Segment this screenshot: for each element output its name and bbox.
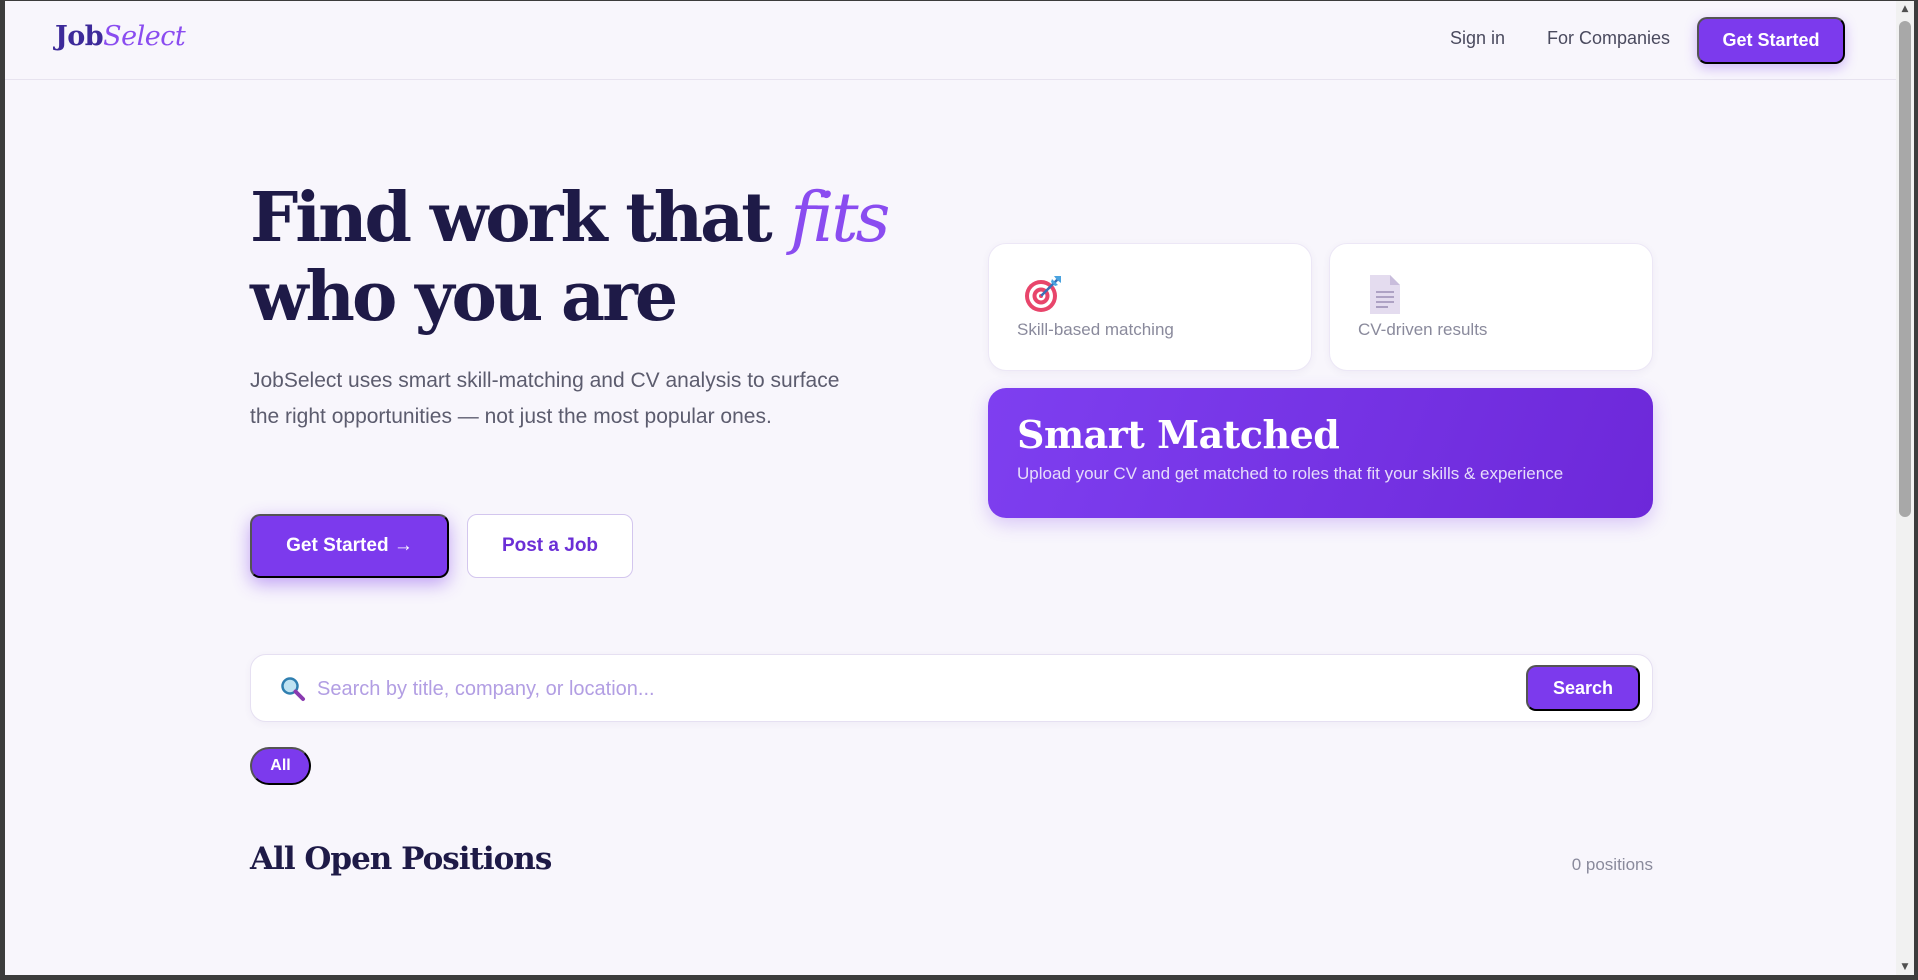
scrollbar-thumb[interactable] — [1899, 21, 1911, 517]
smart-matched-title: Smart Matched — [1017, 412, 1340, 457]
filter-chip-all[interactable]: All — [250, 747, 311, 785]
positions-count: 0 positions — [1571, 855, 1653, 874]
search-bar: Search — [250, 654, 1653, 722]
logo-accent: Select — [103, 21, 186, 52]
hero-subtitle: JobSelect uses smart skill-matching and … — [250, 369, 840, 428]
feature-label: CV-driven results — [1358, 320, 1488, 339]
search-button[interactable]: Search — [1526, 665, 1640, 711]
hero-title: Find work that fits who you are — [250, 178, 890, 337]
document-icon — [1370, 275, 1400, 314]
scroll-down-arrow-icon[interactable]: ▼ — [1896, 959, 1914, 975]
smart-matched-card: Smart Matched Upload your CV and get mat… — [988, 388, 1653, 518]
logo[interactable]: JobSelect — [55, 21, 186, 52]
nav-get-started-button[interactable]: Get Started — [1697, 17, 1845, 64]
hero-title-accent: fits — [790, 179, 890, 258]
for-companies-link[interactable]: For Companies — [1547, 28, 1670, 49]
magnifier-icon — [281, 677, 305, 701]
hero-title-line2: who you are — [250, 257, 678, 337]
top-navbar: JobSelect Sign in For Companies Get Star… — [5, 1, 1896, 80]
get-started-button[interactable]: Get Started → — [250, 514, 449, 578]
search-input[interactable] — [317, 672, 1417, 706]
feature-label: Skill-based matching — [1017, 320, 1174, 339]
target-icon — [1025, 276, 1061, 312]
page: JobSelect Sign in For Companies Get Star… — [5, 1, 1896, 975]
feature-card-skill-matching: Skill-based matching — [988, 243, 1312, 371]
logo-primary: Job — [55, 21, 104, 52]
vertical-scrollbar[interactable]: ▲ ▼ — [1896, 1, 1914, 975]
sign-in-link[interactable]: Sign in — [1450, 28, 1505, 49]
hero-title-line1: Find work that — [250, 178, 791, 258]
feature-card-cv-results: CV-driven results — [1329, 243, 1653, 371]
section-title: All Open Positions — [250, 841, 552, 877]
smart-matched-subtitle: Upload your CV and get matched to roles … — [1017, 464, 1564, 483]
post-job-button[interactable]: Post a Job — [467, 514, 633, 578]
scroll-up-arrow-icon[interactable]: ▲ — [1896, 1, 1914, 17]
